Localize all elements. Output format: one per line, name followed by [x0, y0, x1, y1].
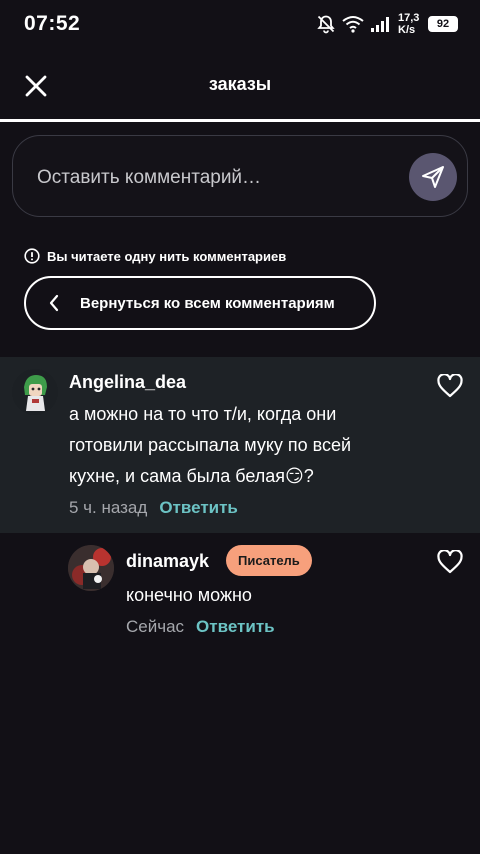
page-title: заказы: [208, 74, 272, 94]
send-button[interactable]: [409, 153, 457, 201]
back-to-all-comments-button[interactable]: Вернуться ко всем комментариям: [24, 276, 376, 330]
header: заказы: [0, 60, 480, 120]
comment-box: [12, 135, 468, 217]
comment-text-line: а можно на то что т/и, когда они: [69, 404, 337, 424]
signal-icon: [370, 15, 392, 33]
network-speed-unit: K/s: [398, 24, 416, 36]
avatar[interactable]: [68, 545, 114, 591]
heart-icon: [437, 549, 463, 574]
comment-text-line: кухне, и сама была белая😏?: [69, 466, 314, 486]
battery-icon: 92: [428, 16, 458, 32]
header-divider: [0, 119, 480, 122]
status-icons: 17,3 K/s 92: [316, 10, 458, 38]
chevron-left-icon: [48, 294, 60, 312]
comment-text: конечно можно: [126, 580, 416, 611]
comment-time: 5 ч. назад: [69, 498, 148, 517]
status-time: 07:52: [24, 12, 81, 35]
like-button[interactable]: [437, 373, 465, 400]
comment-username[interactable]: dinamayk: [126, 551, 209, 572]
comment-text: а можно на то что т/и, когда они готовил…: [69, 399, 409, 492]
reply-button[interactable]: Ответить: [196, 617, 275, 637]
back-button-label: Вернуться ко всем комментариям: [80, 294, 335, 312]
wifi-icon: [342, 15, 364, 33]
comment-meta: Сейчас Ответить: [126, 617, 275, 637]
comment-time: Сейчас: [126, 617, 185, 636]
thread-notice: Вы читаете одну нить комментариев: [24, 248, 286, 264]
comment-meta: 5 ч. назад Ответить: [69, 498, 238, 518]
heart-icon: [437, 373, 463, 398]
reply-button[interactable]: Ответить: [159, 498, 238, 518]
info-icon: [24, 248, 40, 264]
network-speed: 17,3 K/s: [398, 12, 422, 36]
like-button[interactable]: [437, 549, 465, 576]
comment-input[interactable]: [35, 164, 399, 192]
comment-text-line: готовили рассыпала муку по всей: [69, 435, 352, 455]
network-speed-value: 17,3: [398, 12, 420, 24]
comment-username[interactable]: Angelina_dea: [69, 372, 186, 393]
send-icon: [422, 166, 444, 188]
comment-text-line: конечно можно: [126, 585, 252, 605]
bell-off-icon: [316, 14, 336, 34]
thread-notice-text: Вы читаете одну нить комментариев: [47, 248, 287, 264]
writer-badge: Писатель: [226, 545, 312, 576]
status-bar: 07:52 17,3 K/s 92: [0, 0, 480, 48]
avatar[interactable]: [12, 369, 58, 415]
comment-item: Angelina_dea а можно на то что т/и, когд…: [0, 357, 480, 533]
